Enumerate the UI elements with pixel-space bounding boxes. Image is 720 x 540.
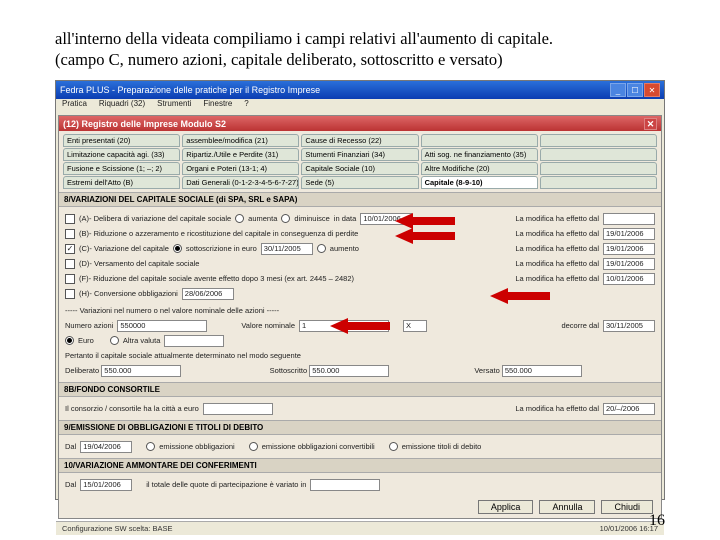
menu-finestre[interactable]: Finestre bbox=[203, 99, 232, 113]
rdate-d[interactable]: 19/01/2006 bbox=[603, 258, 655, 270]
tab-r2c5[interactable] bbox=[540, 148, 657, 161]
checkbox-b[interactable] bbox=[65, 229, 75, 239]
status-left: Configurazione SW scelta: BASE bbox=[62, 524, 172, 533]
inner-title: (12) Registro delle Imprese Modulo S2 bbox=[63, 119, 226, 129]
menu-riquadri[interactable]: Riquadri (32) bbox=[99, 99, 145, 113]
tab-r1c5[interactable] bbox=[540, 134, 657, 147]
minimize-button[interactable]: _ bbox=[610, 83, 626, 97]
checkbox-h[interactable] bbox=[65, 289, 75, 299]
radio-obbl1[interactable] bbox=[146, 442, 155, 451]
tab-r3c4[interactable]: Altre Modifiche (20) bbox=[421, 162, 538, 175]
tab-r4c1[interactable]: Estremi dell'Atto (B) bbox=[63, 176, 180, 189]
caption-line1: all'interno della videata compiliamo i c… bbox=[55, 28, 553, 49]
decorrenza-date[interactable]: 30/11/2005 bbox=[603, 320, 655, 332]
conf-date[interactable]: 15/01/2006 bbox=[80, 479, 132, 491]
menu-help[interactable]: ? bbox=[244, 99, 248, 113]
tab-r1c3[interactable]: Cause di Recesso (22) bbox=[301, 134, 418, 147]
radio-c-sottoscr[interactable] bbox=[173, 244, 182, 253]
maximize-button[interactable]: ☐ bbox=[627, 83, 643, 97]
tab-grid: Enti presentati (20) assemblee/modifica … bbox=[59, 131, 661, 192]
section-variazioni: 8/VARIAZIONI DEL CAPITALE SOCIALE (di SP… bbox=[59, 192, 661, 207]
section-fondo: 8B/FONDO CONSORTILE bbox=[59, 382, 661, 397]
rdate-b[interactable]: 19/01/2006 bbox=[603, 228, 655, 240]
window-title: Fedra PLUS - Preparazione delle pratiche… bbox=[60, 85, 320, 95]
checkbox-f[interactable] bbox=[65, 274, 75, 284]
close-button[interactable]: ✕ bbox=[644, 83, 660, 97]
tab-r2c3[interactable]: Stumenti Finanziari (34) bbox=[301, 148, 418, 161]
status-bar: Configurazione SW scelta: BASE 10/01/200… bbox=[56, 521, 664, 535]
radio-c-aumento[interactable] bbox=[317, 244, 326, 253]
conf-val[interactable] bbox=[310, 479, 380, 491]
label-c: (C)- Variazione del capitale bbox=[79, 244, 169, 253]
radio-obbl3[interactable] bbox=[389, 442, 398, 451]
arrow-2 bbox=[395, 228, 455, 244]
fondo-date[interactable]: 20/–/2006 bbox=[603, 403, 655, 415]
rdate-c[interactable]: 19/01/2006 bbox=[603, 243, 655, 255]
checkbox-d[interactable] bbox=[65, 259, 75, 269]
tab-r2c4[interactable]: Atti sog. ne finanziamento (35) bbox=[421, 148, 538, 161]
sottoscritto-input[interactable]: 550.000 bbox=[309, 365, 389, 377]
capitale-line: Pertanto il capitale sociale attualmente… bbox=[65, 351, 301, 360]
tab-r1c4[interactable] bbox=[421, 134, 538, 147]
app-window: Fedra PLUS - Preparazione delle pratiche… bbox=[55, 80, 665, 500]
arrow-4 bbox=[330, 318, 390, 334]
section-conf: 10/VARIAZIONE AMMONTARE DEI CONFERIMENTI bbox=[59, 458, 661, 473]
label-h: (H)- Conversione obbligazioni bbox=[79, 289, 178, 298]
label-d: (D)- Versamento del capitale sociale bbox=[79, 259, 511, 268]
numero-azioni-input[interactable]: 550000 bbox=[117, 320, 207, 332]
radio-a-aumenta[interactable] bbox=[235, 214, 244, 223]
titlebar: Fedra PLUS - Preparazione delle pratiche… bbox=[56, 81, 664, 99]
fondo-val[interactable] bbox=[203, 403, 273, 415]
menubar: Pratica Riquadri (32) Strumenti Finestre… bbox=[56, 99, 664, 113]
tab-r3c1[interactable]: Fusione e Scissione (1; –; 2) bbox=[63, 162, 180, 175]
date-c[interactable]: 30/11/2005 bbox=[261, 243, 313, 255]
obbl-date[interactable]: 19/04/2006 bbox=[80, 441, 132, 453]
inner-window: (12) Registro delle Imprese Modulo S2 ✕ … bbox=[58, 115, 662, 519]
radio-euro[interactable] bbox=[65, 336, 74, 345]
section-obbl: 9/EMISSIONE DI OBBLIGAZIONI E TITOLI DI … bbox=[59, 420, 661, 435]
azioni-header: ----- Variazioni nel numero o nel valore… bbox=[65, 306, 279, 315]
tab-r3c3[interactable]: Capitale Sociale (10) bbox=[301, 162, 418, 175]
inner-close-button[interactable]: ✕ bbox=[644, 118, 657, 130]
date-h[interactable]: 28/06/2006 bbox=[182, 288, 234, 300]
tab-r4c3[interactable]: Sede (5) bbox=[301, 176, 418, 189]
deliberato-input[interactable]: 550.000 bbox=[101, 365, 181, 377]
applica-button[interactable]: Applica bbox=[478, 500, 534, 514]
menu-strumenti[interactable]: Strumenti bbox=[157, 99, 191, 113]
caption-line2: (campo C, numero azioni, capitale delibe… bbox=[55, 49, 553, 70]
arrow-3 bbox=[490, 288, 550, 304]
tab-r2c1[interactable]: Limitazione capacità agi. (33) bbox=[63, 148, 180, 161]
tab-r1c1[interactable]: Enti presentati (20) bbox=[63, 134, 180, 147]
tab-r3c2[interactable]: Organi e Poteri (13-1; 4) bbox=[182, 162, 299, 175]
page-number: 16 bbox=[649, 512, 665, 530]
annulla-button[interactable]: Annulla bbox=[539, 500, 595, 514]
tab-r3c5[interactable] bbox=[540, 162, 657, 175]
chiudi-button[interactable]: Chiudi bbox=[601, 500, 653, 514]
tab-capitale[interactable]: Capitale (8-9-10) bbox=[421, 176, 538, 189]
label-f: (F)- Riduzione del capitale sociale aven… bbox=[79, 274, 511, 283]
radio-a-diminuisce[interactable] bbox=[281, 214, 290, 223]
tab-r4c5[interactable] bbox=[540, 176, 657, 189]
menu-pratica[interactable]: Pratica bbox=[62, 99, 87, 113]
tab-r2c2[interactable]: Ripartiz./Utile e Perdite (31) bbox=[182, 148, 299, 161]
radio-obbl2[interactable] bbox=[249, 442, 258, 451]
label-a: (A)- Delibera di variazione del capitale… bbox=[79, 214, 231, 223]
tab-r1c2[interactable]: assemblee/modifica (21) bbox=[182, 134, 299, 147]
arrow-1 bbox=[395, 213, 455, 229]
rdate-a[interactable] bbox=[603, 213, 655, 225]
tab-r4c2[interactable]: Dati Generali (0-1-2-3-4-5-6-7-27) bbox=[182, 176, 299, 189]
unit-input[interactable]: X bbox=[403, 320, 427, 332]
versato-input[interactable]: 550.000 bbox=[502, 365, 582, 377]
checkbox-c[interactable]: ✓ bbox=[65, 244, 75, 254]
radio-altra-valuta[interactable] bbox=[110, 336, 119, 345]
valuta-input[interactable] bbox=[164, 335, 224, 347]
rdate-f[interactable]: 10/01/2006 bbox=[603, 273, 655, 285]
checkbox-a[interactable] bbox=[65, 214, 75, 224]
